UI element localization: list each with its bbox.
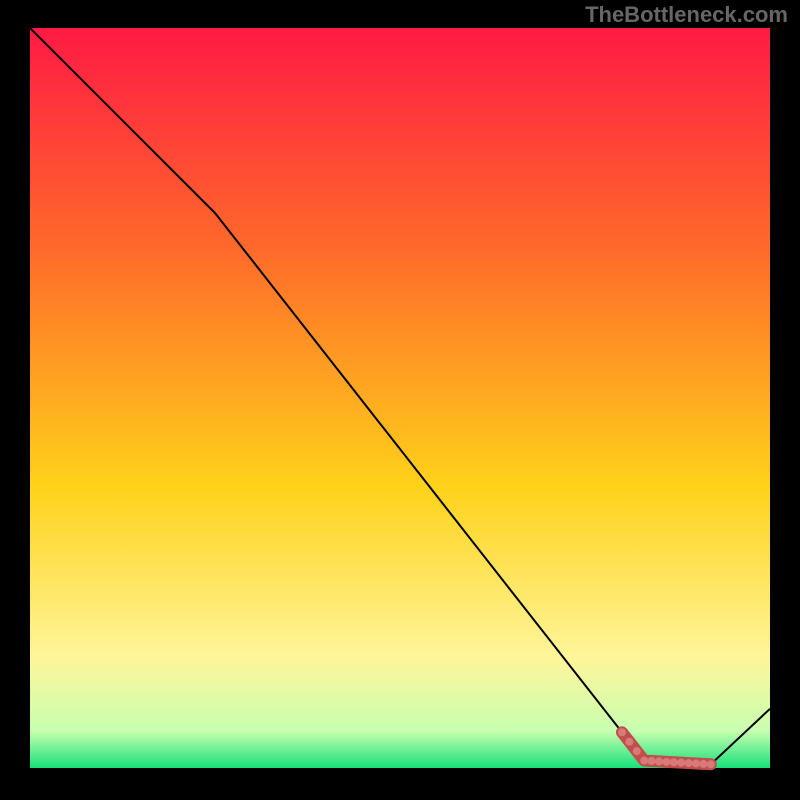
highlight-dot xyxy=(699,760,707,768)
highlight-dot xyxy=(640,757,648,765)
highlight-dot xyxy=(662,758,670,766)
highlight-dot xyxy=(707,760,715,768)
watermark-text: TheBottleneck.com xyxy=(585,2,788,28)
highlight-dot xyxy=(685,759,693,767)
chart-svg xyxy=(0,0,800,800)
highlight-dot xyxy=(655,757,663,765)
chart-stage: TheBottleneck.com xyxy=(0,0,800,800)
highlight-dot xyxy=(633,747,641,755)
highlight-dot xyxy=(670,758,678,766)
highlight-dot xyxy=(618,728,626,736)
highlight-dot xyxy=(677,759,685,767)
highlight-dot xyxy=(625,738,633,746)
highlight-dot xyxy=(692,759,700,767)
highlight-dot xyxy=(648,757,656,765)
